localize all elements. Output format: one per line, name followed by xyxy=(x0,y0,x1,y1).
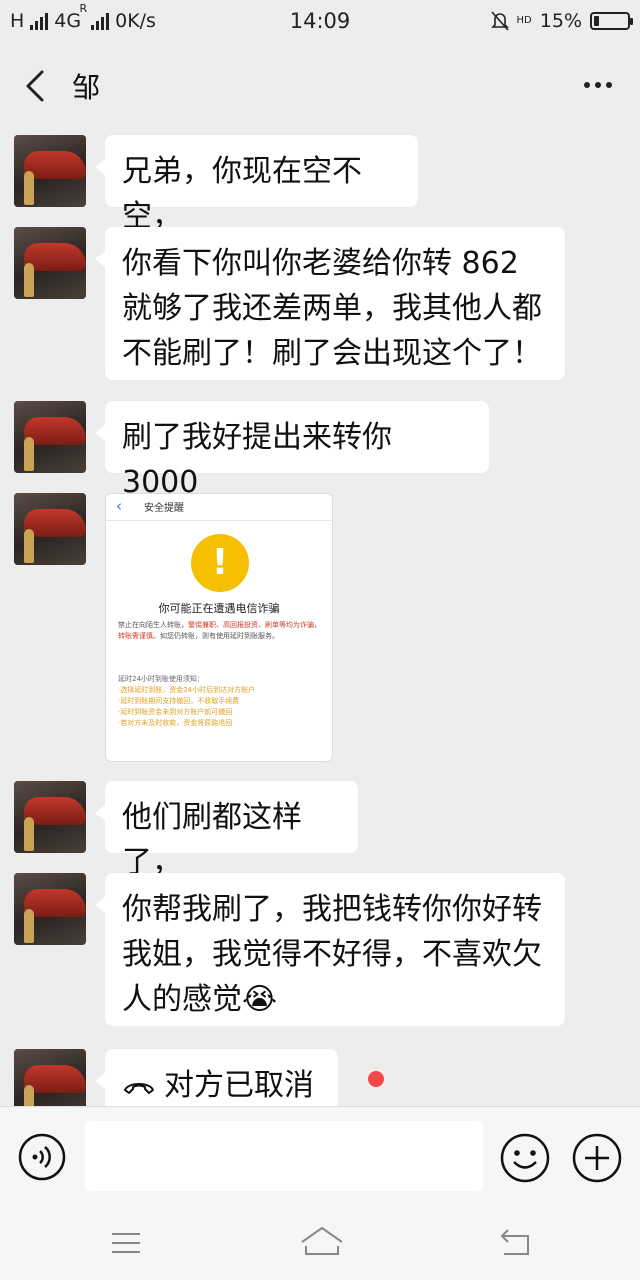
battery-icon xyxy=(590,12,633,30)
more-button[interactable] xyxy=(578,70,618,100)
avatar[interactable] xyxy=(14,401,86,473)
chat-messages[interactable]: 兄弟，你现在空不空， 你看下你叫你老婆给你转 862 就够了我还差两单，我其他人… xyxy=(0,128,640,1106)
message-row: 对方已取消 xyxy=(14,1049,384,1106)
emoji-button[interactable] xyxy=(500,1133,550,1183)
message-row: 他们刷都这样了， xyxy=(14,781,358,880)
battery-fill xyxy=(594,16,599,26)
message-row: 兄弟，你现在空不空， xyxy=(14,135,418,234)
unread-dot xyxy=(368,1071,384,1087)
message-bubble[interactable]: 你看下你叫你老婆给你转 862 就够了我还差两单，我其他人都不能刷了！刷了会出现… xyxy=(95,227,565,380)
back-button[interactable] xyxy=(18,66,58,106)
message-bubble[interactable]: 你帮我刷了，我把钱转你你好转我姐，我觉得不好得，不喜欢欠人的感觉😭 xyxy=(95,873,565,1026)
chevron-left-icon xyxy=(26,70,44,102)
plus-button[interactable] xyxy=(572,1133,622,1183)
system-nav-bar xyxy=(0,1204,640,1280)
chat-header: 邹 xyxy=(0,44,640,128)
screenshot-back-icon: ‹ xyxy=(116,497,122,515)
call-status: 对方已取消 xyxy=(164,1068,314,1103)
avatar[interactable] xyxy=(14,135,86,207)
screenshot-body-plain: 如您仍转账，则有使用延时到账服务。 xyxy=(160,632,279,640)
rule-item: ·延时到账资金未到对方账户前可撤回 xyxy=(118,708,233,716)
avatar[interactable] xyxy=(14,227,86,299)
return-button[interactable] xyxy=(496,1222,536,1262)
avatar[interactable] xyxy=(14,493,86,565)
screenshot-heading: 你可能正在遭遇电信诈骗 xyxy=(158,602,280,615)
message-bubble[interactable]: 刷了我好提出来转你 3000 xyxy=(95,401,489,500)
screenshot-rules: 延时24小时到账使用须知： ·选择延时到账，资金24小时后到达对方账户 ·延时到… xyxy=(118,674,322,729)
phone-hangup-icon xyxy=(124,1083,154,1094)
home-button[interactable] xyxy=(300,1222,343,1262)
voice-button[interactable] xyxy=(18,1133,66,1181)
mute-bell-icon xyxy=(490,11,509,31)
hd-label: HD xyxy=(516,15,532,26)
screenshot-body-red: 警惕兼职、高回报投资、刷单 xyxy=(188,621,279,629)
avatar[interactable] xyxy=(14,781,86,853)
rules-title: 延时24小时到账使用须知： xyxy=(118,675,204,683)
avatar[interactable] xyxy=(14,873,86,945)
menu-icon xyxy=(112,1233,140,1253)
message-bubble[interactable]: 他们刷都这样了， xyxy=(95,781,358,880)
rule-item: ·延时到账期间支持撤回，不收取手续费 xyxy=(118,697,240,705)
screenshot-body: 禁止在向陌生人转账，警惕兼职、高回报投资、刷单等均为诈骗，转账需谨慎。如您仍转账… xyxy=(118,620,322,642)
input-bar xyxy=(0,1106,640,1205)
warning-icon: ! xyxy=(191,534,249,592)
rule-item: ·若对方未及时收款，资金将原路退回 xyxy=(118,719,233,727)
voice-icon xyxy=(18,1133,66,1181)
home-icon xyxy=(301,1226,343,1255)
menu-button[interactable] xyxy=(106,1222,146,1262)
rule-item: ·选择延时到账，资金24小时后到达对方账户 xyxy=(118,686,256,694)
message-row: 你帮我刷了，我把钱转你你好转我姐，我觉得不好得，不喜欢欠人的感觉😭 xyxy=(14,873,565,1026)
status-bar: H 4G R 0K/s 14:09 HD 15% xyxy=(0,0,640,44)
screenshot-body-plain: 禁止在向陌生人转账， xyxy=(118,621,188,629)
return-icon xyxy=(500,1229,529,1255)
more-dot xyxy=(584,82,590,88)
status-right: HD 15% xyxy=(490,10,633,32)
emoji-icon xyxy=(500,1133,550,1183)
more-dot xyxy=(606,82,612,88)
message-row: ‹ 安全提醒 ! 你可能正在遭遇电信诈骗 禁止在向陌生人转账，警惕兼职、高回报投… xyxy=(14,493,333,762)
message-row: 刷了我好提出来转你 3000 xyxy=(14,401,489,500)
message-bubble[interactable]: 兄弟，你现在空不空， xyxy=(95,135,418,234)
battery-percent: 15% xyxy=(539,10,582,32)
screenshot-title: 安全提醒 xyxy=(144,503,184,514)
message-input[interactable] xyxy=(85,1121,483,1191)
plus-icon xyxy=(572,1133,622,1183)
image-message[interactable]: ‹ 安全提醒 ! 你可能正在遭遇电信诈骗 禁止在向陌生人转账，警惕兼职、高回报投… xyxy=(105,493,333,762)
call-bubble[interactable]: 对方已取消 xyxy=(95,1049,338,1106)
more-dot xyxy=(595,82,601,88)
chat-title: 邹 xyxy=(72,71,101,104)
message-row: 你看下你叫你老婆给你转 862 就够了我还差两单，我其他人都不能刷了！刷了会出现… xyxy=(14,227,565,380)
avatar[interactable] xyxy=(14,1049,86,1106)
screenshot-header: ‹ 安全提醒 xyxy=(106,494,332,521)
